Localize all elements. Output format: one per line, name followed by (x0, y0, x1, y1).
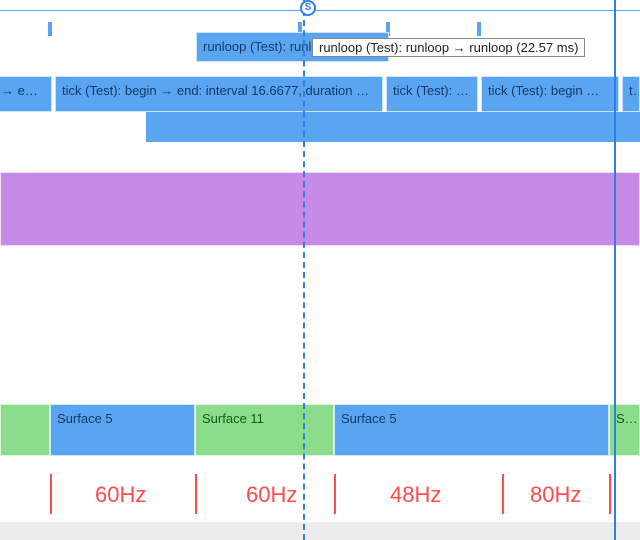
tick-span[interactable]: tick (Test): begin → end: interval 16.66… (55, 76, 383, 112)
surface-span[interactable]: Surface 5 (50, 404, 195, 456)
surface-label: Sur (616, 411, 638, 426)
start-marker-icon[interactable]: S (300, 0, 316, 16)
tick-span[interactable]: tic (622, 76, 640, 112)
hz-label: 60Hz (95, 482, 146, 508)
track-subtick (0, 112, 640, 142)
hz-divider (334, 474, 336, 514)
hz-label: 60Hz (246, 482, 297, 508)
timeline-ruler (0, 10, 640, 11)
track-refresh-rate: 60Hz 60Hz 48Hz 80Hz (0, 474, 640, 524)
hz-divider (195, 474, 197, 514)
hz-label: 80Hz (530, 482, 581, 508)
selection-edge[interactable] (614, 0, 616, 540)
track-purple (0, 172, 640, 246)
hz-label: 48Hz (390, 482, 441, 508)
subtick-gap (0, 112, 146, 142)
span-tooltip: runloop (Test): runloop → runloop (22.57… (312, 38, 585, 57)
tick-span[interactable]: …gin → en… (0, 76, 52, 112)
playhead-cursor[interactable] (303, 0, 305, 540)
hz-divider (502, 474, 504, 514)
purple-span[interactable] (0, 172, 640, 246)
surface-gap (0, 404, 50, 456)
track-tick: …gin → en… tick (Test): begin → end: int… (0, 76, 640, 112)
hz-divider (50, 474, 52, 514)
surface-gap: Surface 11 (195, 404, 334, 456)
track-surface: Surface 5 Surface 11 Surface 5 Sur (0, 404, 640, 456)
tick-span[interactable]: tick (Test): be… (386, 76, 478, 112)
footer-strip (0, 522, 640, 540)
tick-span[interactable]: tick (Test): begin → en… (481, 76, 619, 112)
hz-divider (609, 474, 611, 514)
surface-label: Surface 11 (202, 411, 264, 426)
surface-span[interactable]: Surface 5 (334, 404, 609, 456)
